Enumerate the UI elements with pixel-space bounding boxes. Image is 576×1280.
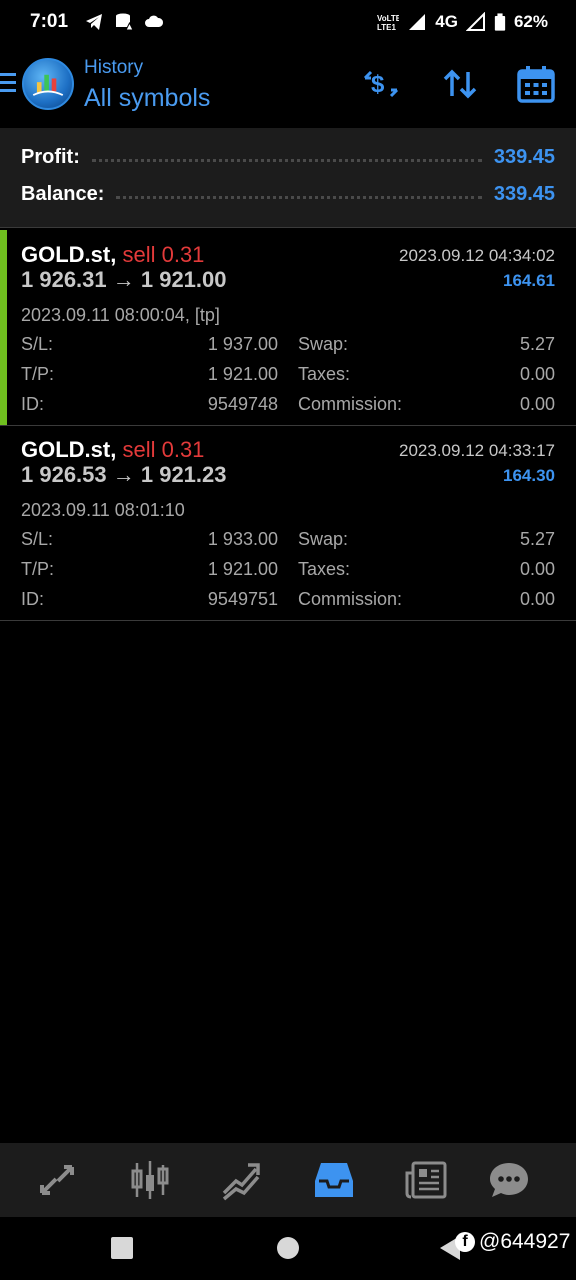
deal-close-time: 2023.09.12 04:33:17 — [399, 441, 555, 460]
deal-symbol: GOLD.st, sell 0.31 — [21, 437, 205, 462]
quotes-icon — [40, 1165, 74, 1195]
deal-item[interactable]: GOLD.st, sell 0.31 1 926.53 → 1 921.23 2… — [0, 425, 576, 621]
app-logo[interactable] — [22, 58, 74, 110]
signal-icon-2 — [465, 12, 485, 31]
taxes-value: 0.00 — [519, 559, 555, 579]
watermark: f @644927 — [455, 1230, 570, 1254]
svg-text:$: $ — [371, 71, 385, 98]
network-type: 4G — [435, 12, 458, 31]
balance-label: Balance: — [21, 182, 105, 205]
commission-value: 0.00 — [519, 394, 555, 414]
tab-chart[interactable] — [129, 1159, 171, 1201]
swap-value: 5.27 — [519, 529, 555, 549]
tab-news[interactable] — [405, 1159, 447, 1201]
tp-label: T/P: — [21, 559, 55, 579]
sl-label: S/L: — [21, 529, 54, 549]
balance-row: Balance: 339.45 — [21, 179, 555, 209]
sl-value: 1 933.00 — [207, 529, 278, 549]
battery-icon — [494, 13, 506, 31]
trade-icon — [222, 1163, 260, 1201]
cloud-icon — [145, 15, 164, 27]
header-title[interactable]: All symbols — [84, 84, 210, 113]
sl-value: 1 937.00 — [207, 334, 278, 354]
tab-quotes[interactable] — [36, 1159, 78, 1201]
id-value: 9549751 — [207, 589, 278, 609]
dotted-leader — [91, 158, 482, 162]
deal-open-time: 2023.09.11 08:01:10 — [21, 500, 185, 520]
swap-value: 5.27 — [519, 334, 555, 354]
tab-trade[interactable] — [220, 1159, 262, 1201]
deal-prices: 1 926.53 → 1 921.23 — [21, 462, 227, 487]
dotted-leader — [116, 195, 482, 199]
svg-text:VoLTE: VoLTE — [377, 14, 399, 23]
chart-icon — [131, 1161, 169, 1199]
sl-label: S/L: — [21, 334, 54, 354]
details-row: ID: 9549751 Commission: 0.00 — [21, 589, 555, 619]
deal-open-time: 2023.09.11 08:00:04, [tp] — [21, 305, 220, 325]
tab-history[interactable] — [313, 1159, 355, 1201]
header-subtitle: History — [84, 57, 144, 78]
chat-icon — [490, 1163, 528, 1197]
deal-side: sell 0.31 — [122, 242, 205, 267]
details-row: S/L: 1 933.00 Swap: 5.27 — [21, 529, 555, 559]
currency-exchange-icon[interactable]: $ — [361, 64, 401, 104]
sort-icon[interactable] — [440, 64, 480, 104]
deal-selected-marker — [0, 230, 7, 425]
watermark-text: @644927 — [479, 1230, 571, 1253]
summary-panel: Profit: 339.45 Balance: 339.45 — [0, 128, 576, 228]
deal-details: S/L: 1 937.00 Swap: 5.27 T/P: 1 921.00 T… — [21, 334, 555, 424]
menu-icon[interactable] — [0, 72, 16, 94]
deal-profit: 164.61 — [503, 271, 555, 290]
storage-icon — [116, 13, 134, 31]
tp-label: T/P: — [21, 364, 55, 384]
calendar-icon[interactable] — [516, 64, 556, 104]
recents-button[interactable] — [111, 1237, 133, 1259]
volte-icon: VoLTELTE1 — [377, 14, 399, 32]
deal-prices: 1 926.31 → 1 921.00 — [21, 267, 227, 292]
taxes-value: 0.00 — [519, 364, 555, 384]
svg-text:LTE1: LTE1 — [377, 23, 397, 32]
profit-value: 339.45 — [493, 145, 555, 168]
deal-side: sell 0.31 — [122, 437, 205, 462]
balance-value: 339.45 — [493, 182, 555, 205]
deal-close-time: 2023.09.12 04:34:02 — [399, 246, 555, 265]
status-bar: 7:01 VoLTE LTE1 4G 62% — [0, 0, 576, 44]
app-header: History All symbols $ — [0, 44, 576, 128]
commission-label: Commission: — [298, 394, 403, 414]
history-icon — [315, 1163, 353, 1197]
swap-label: Swap: — [298, 334, 349, 354]
news-icon — [405, 1161, 447, 1199]
swap-label: Swap: — [298, 529, 349, 549]
status-time: 7:01 — [30, 11, 69, 32]
commission-label: Commission: — [298, 589, 403, 609]
id-label: ID: — [21, 589, 45, 609]
id-value: 9549748 — [207, 394, 278, 414]
deal-profit: 164.30 — [503, 466, 555, 485]
id-label: ID: — [21, 394, 45, 414]
signal-icon — [409, 14, 426, 30]
details-row: T/P: 1 921.00 Taxes: 0.00 — [21, 559, 555, 589]
taxes-label: Taxes: — [298, 364, 351, 384]
taxes-label: Taxes: — [298, 559, 351, 579]
home-button[interactable] — [277, 1237, 299, 1259]
commission-value: 0.00 — [519, 589, 555, 609]
deal-symbol: GOLD.st, sell 0.31 — [21, 242, 205, 267]
tab-chat[interactable] — [488, 1159, 530, 1201]
deal-details: S/L: 1 933.00 Swap: 5.27 T/P: 1 921.00 T… — [21, 529, 555, 619]
details-row: S/L: 1 937.00 Swap: 5.27 — [21, 334, 555, 364]
tp-value: 1 921.00 — [207, 559, 278, 579]
details-row: ID: 9549748 Commission: 0.00 — [21, 394, 555, 424]
battery-level: 62% — [513, 12, 548, 31]
profit-label: Profit: — [21, 145, 80, 168]
details-row: T/P: 1 921.00 Taxes: 0.00 — [21, 364, 555, 394]
telegram-icon — [86, 14, 103, 30]
tp-value: 1 921.00 — [207, 364, 278, 384]
system-nav-bar: f @644927 — [0, 1217, 576, 1280]
profit-row: Profit: 339.45 — [21, 142, 555, 172]
deal-item[interactable]: GOLD.st, sell 0.31 1 926.31 → 1 921.00 2… — [0, 230, 576, 426]
facebook-icon: f — [455, 1232, 475, 1252]
bottom-tab-bar — [0, 1143, 576, 1217]
